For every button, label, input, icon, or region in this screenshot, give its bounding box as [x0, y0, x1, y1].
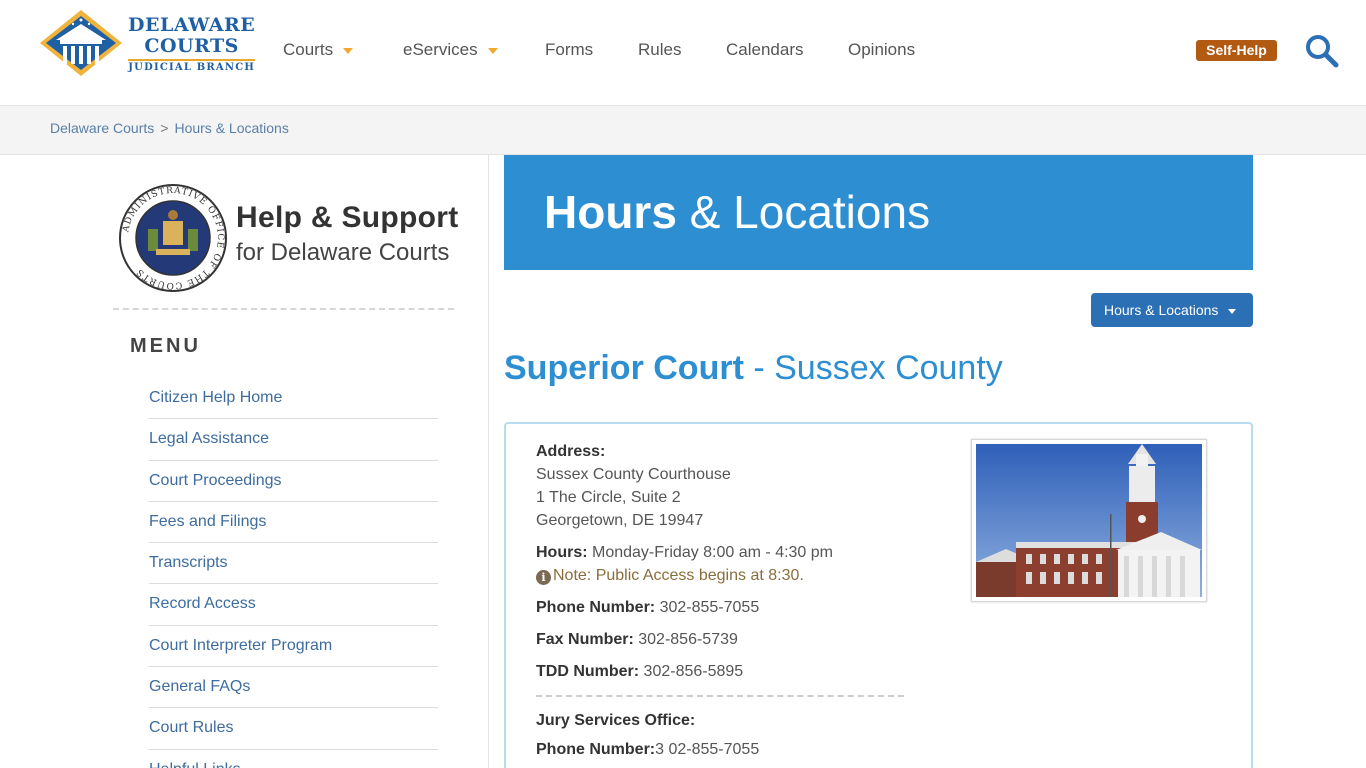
address-label: Address: — [536, 443, 606, 460]
phone-label: Phone Number: — [536, 599, 656, 616]
page-banner: Hours & Locations — [504, 155, 1253, 270]
fax-row: Fax Number: 302-856-5739 — [536, 628, 906, 651]
page-title-bold: Hours — [544, 186, 677, 238]
logo-line-3: JUDICIAL BRANCH — [128, 59, 256, 73]
site-header: DELAWARE COURTS JUDICIAL BRANCH Courts e… — [0, 0, 1366, 105]
help-support-title: Help & Support — [236, 201, 459, 234]
info-divider — [536, 695, 904, 697]
breadcrumb-current[interactable]: Hours & Locations — [174, 120, 288, 136]
address-block: Sussex County Courthouse 1 The Circle, S… — [536, 463, 906, 532]
jury-phone-label: Phone Number: — [536, 741, 656, 758]
nav-courts-label: Courts — [283, 40, 334, 59]
page-title-rest: & Locations — [676, 186, 931, 238]
nav-courts[interactable]: Courts — [283, 40, 354, 60]
courthouse-photo — [971, 439, 1207, 602]
courthouse-image — [976, 444, 1202, 597]
location-info: Address: Sussex County Courthouse 1 The … — [536, 440, 906, 768]
menu-heading: MENU — [130, 335, 201, 357]
sidebar-item-record-access[interactable]: Record Access — [149, 584, 438, 626]
logo-line-2: COURTS — [144, 35, 239, 57]
court-heading: Superior Court - Sussex County — [504, 349, 1003, 388]
nav-rules[interactable]: Rules — [638, 40, 681, 60]
sidebar-menu: Citizen Help Home Legal Assistance Court… — [149, 378, 438, 768]
address-line: Sussex County Courthouse — [536, 466, 731, 483]
sidebar-item-general-faqs[interactable]: General FAQs — [149, 667, 438, 709]
nav-forms[interactable]: Forms — [545, 40, 593, 60]
jury-phone-row: Phone Number:3 02-855-7055 — [536, 738, 906, 761]
sidebar-item-court-proceedings[interactable]: Court Proceedings — [149, 461, 438, 502]
breadcrumb-bar: Delaware Courts > Hours & Locations — [0, 105, 1366, 155]
tdd-value: 302-856-5895 — [639, 663, 744, 680]
sidebar-item-transcripts[interactable]: Transcripts — [149, 543, 438, 585]
hours-block: Hours: Monday-Friday 8:00 am - 4:30 pm i… — [536, 541, 906, 587]
address-line: 1 The Circle, Suite 2 — [536, 489, 681, 506]
sidebar-item-helpful-links[interactable]: Helpful Links — [149, 750, 438, 768]
dropdown-label: Hours & Locations — [1104, 302, 1219, 318]
logo-line-1: DELAWARE — [128, 14, 256, 36]
location-card: Address: Sussex County Courthouse 1 The … — [504, 422, 1253, 768]
breadcrumb-home[interactable]: Delaware Courts — [50, 120, 154, 136]
tdd-row: TDD Number: 302-856-5895 — [536, 660, 906, 683]
tdd-label: TDD Number: — [536, 663, 640, 680]
delaware-courts-logo[interactable]: DELAWARE COURTS JUDICIAL BRANCH — [40, 10, 256, 76]
caret-down-icon — [1228, 308, 1237, 314]
fax-label: Fax Number: — [536, 631, 634, 648]
self-help-button[interactable]: Self-Help — [1196, 40, 1277, 61]
note-text: Note: Public Access begins at 8:30. — [553, 567, 804, 584]
hours-locations-dropdown[interactable]: Hours & Locations — [1091, 293, 1253, 327]
sidebar-item-fees-and-filings[interactable]: Fees and Filings — [149, 502, 438, 544]
jury-phone-value: 3 02-855-7055 — [655, 741, 760, 758]
help-support-subtitle: for Delaware Courts — [236, 239, 450, 266]
nav-eservices[interactable]: eServices — [403, 40, 498, 60]
sidebar-divider — [113, 308, 454, 310]
nav-opinions[interactable]: Opinions — [848, 40, 915, 60]
public-access-note: i Note: Public Access begins at 8:30. — [536, 567, 804, 585]
court-county: - Sussex County — [743, 349, 1003, 387]
info-icon: i — [536, 570, 551, 585]
address-line: Georgetown, DE 19947 — [536, 512, 704, 529]
fax-value: 302-856-5739 — [633, 631, 738, 648]
phone-value: 302-855-7055 — [655, 599, 760, 616]
phone-row: Phone Number: 302-855-7055 — [536, 596, 906, 619]
courthouse-logo-icon — [40, 10, 122, 76]
chevron-down-icon — [487, 47, 498, 54]
logo-wordmark: DELAWARE COURTS JUDICIAL BRANCH — [128, 14, 256, 73]
nav-eservices-label: eServices — [403, 40, 478, 59]
chevron-down-icon — [343, 47, 354, 54]
nav-calendars[interactable]: Calendars — [726, 40, 804, 60]
page-title: Hours & Locations — [544, 185, 930, 239]
jury-label: Jury Services Office: — [536, 712, 696, 729]
sidebar: ADMINISTRATIVE OFFICE OF THE COURTS Help… — [0, 155, 489, 768]
sidebar-item-legal-assistance[interactable]: Legal Assistance — [149, 419, 438, 461]
hours-value: Monday-Friday 8:00 am - 4:30 pm — [587, 544, 833, 561]
sidebar-item-court-interpreter-program[interactable]: Court Interpreter Program — [149, 626, 438, 668]
aoc-seal-icon: ADMINISTRATIVE OFFICE OF THE COURTS — [119, 184, 227, 292]
sidebar-item-citizen-help-home[interactable]: Citizen Help Home — [149, 378, 438, 420]
court-name: Superior Court — [504, 349, 744, 387]
breadcrumb-separator: > — [160, 120, 169, 136]
breadcrumb: Delaware Courts > Hours & Locations — [50, 120, 289, 136]
search-icon[interactable] — [1305, 34, 1339, 68]
sidebar-item-court-rules[interactable]: Court Rules — [149, 708, 438, 750]
hours-label: Hours: — [536, 544, 588, 561]
jury-heading-row: Jury Services Office: — [536, 709, 906, 732]
